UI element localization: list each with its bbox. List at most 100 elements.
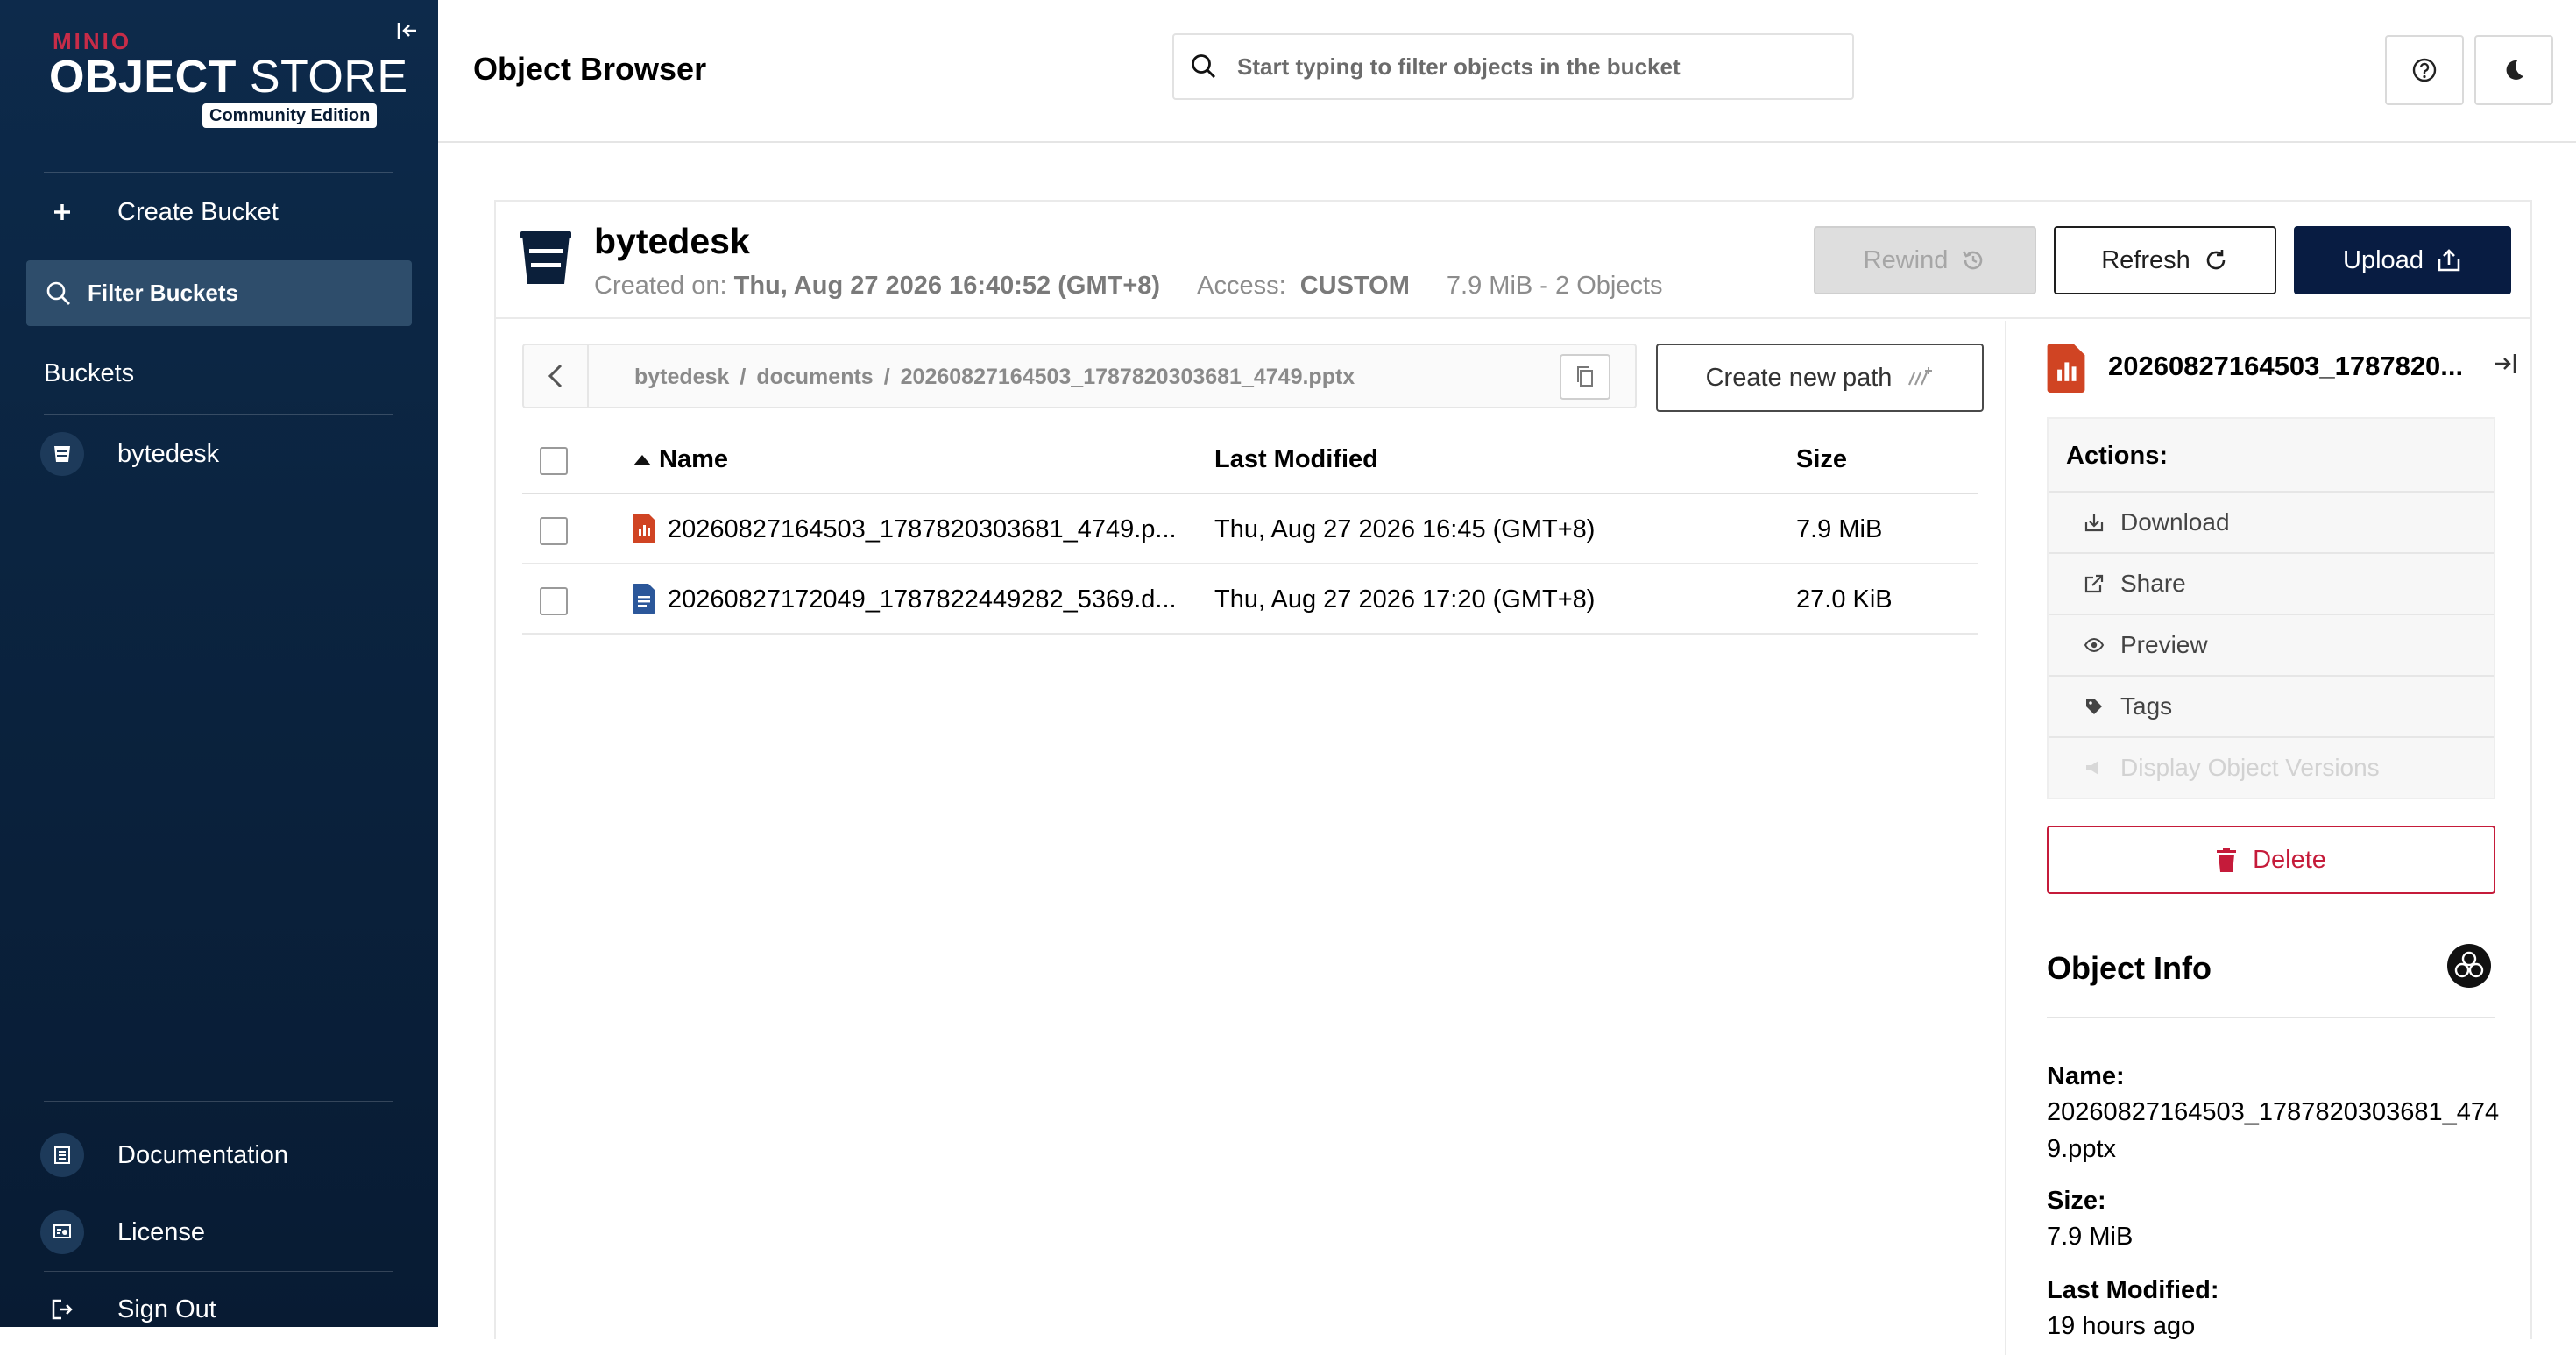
docx-file-icon (633, 584, 655, 614)
plus-icon (40, 190, 84, 234)
create-new-path-button[interactable]: Create new path (1656, 344, 1984, 412)
new-folder-icon (1906, 367, 1934, 388)
column-header-name[interactable]: Name (659, 445, 728, 474)
sign-out-icon (40, 1288, 84, 1331)
logo-product: OBJECT STORE (49, 52, 408, 103)
object-metadata-icon[interactable] (2446, 943, 2492, 993)
breadcrumb-path: bytedesk / documents/20260827164503_178782… (634, 365, 1355, 389)
object-search-input[interactable] (1235, 52, 1831, 82)
rewind-button[interactable]: Rewind (1814, 226, 2036, 294)
table-row[interactable]: 20260827172049_1787822449282_5369.d... T… (522, 564, 1978, 635)
access-value: CUSTOM (1299, 272, 1410, 300)
share-label: Share (2120, 570, 2186, 597)
file-name: 20260827172049_1787822449282_5369.d... (668, 585, 1177, 614)
file-last-modified: Thu, Aug 27 2026 16:45 (GMT+8) (1214, 515, 1596, 543)
copy-path-button[interactable] (1560, 354, 1610, 400)
search-icon (46, 280, 72, 307)
buckets-section-title: Buckets (44, 359, 135, 387)
breadcrumb-part[interactable]: bytedesk (634, 365, 729, 389)
display-object-versions-action[interactable]: Display Object Versions (2049, 736, 2494, 798)
create-bucket-label: Create Bucket (117, 197, 279, 226)
delete-button[interactable]: Delete (2047, 826, 2495, 894)
create-new-path-label: Create new path (1705, 363, 1893, 392)
upload-button[interactable]: Upload (2294, 226, 2511, 294)
sign-out-button[interactable]: Sign Out (26, 1281, 412, 1337)
breadcrumb-part: 20260827164503_1787820303681_4749.pptx (900, 365, 1355, 389)
upload-icon (2436, 247, 2462, 273)
bucket-usage: 7.9 MiB - 2 Objects (1446, 272, 1663, 300)
refresh-button[interactable]: Refresh (2054, 226, 2276, 294)
share-action[interactable]: Share (2049, 552, 2494, 614)
column-header-size[interactable]: Size (1796, 445, 1847, 474)
actions-panel: Actions: Download Share Preview Tags Dis… (2047, 417, 2495, 799)
moon-icon (2501, 57, 2527, 83)
actions-title: Actions: (2066, 442, 2168, 470)
sidebar-divider (44, 414, 393, 415)
bucket-name: bytedesk (594, 221, 750, 261)
rewind-label: Rewind (1863, 245, 1949, 274)
back-button[interactable] (524, 345, 589, 407)
versions-icon (2084, 757, 2105, 778)
access-label: Access: (1197, 272, 1286, 300)
sidebar: MINIO OBJECT STORE Community Edition Cre… (0, 0, 438, 1327)
share-icon (2084, 573, 2105, 594)
download-action[interactable]: Download (2049, 491, 2494, 552)
upload-label: Upload (2343, 245, 2424, 274)
trash-icon (2216, 848, 2237, 872)
page-title: Object Browser (473, 51, 707, 87)
filter-buckets-placeholder: Filter Buckets (88, 280, 238, 306)
breadcrumb-part[interactable]: documents (756, 365, 873, 389)
sidebar-item-bucket-bytedesk[interactable]: bytedesk (26, 426, 412, 482)
row-checkbox[interactable] (540, 517, 568, 545)
object-search-box[interactable] (1172, 33, 1854, 100)
info-last-modified-label: Last Modified: (2047, 1276, 2219, 1304)
preview-action[interactable]: Preview (2049, 614, 2494, 675)
detail-pane-divider (2005, 321, 2006, 1355)
object-info-title: Object Info (2047, 950, 2212, 986)
documentation-label: Documentation (117, 1140, 289, 1169)
info-name-value: 20260827164503_1787820303681_4749.pptx (2047, 1098, 2500, 1163)
license-label: License (117, 1217, 205, 1246)
info-size-value: 7.9 MiB (2047, 1223, 2134, 1251)
sign-out-label: Sign Out (117, 1295, 216, 1323)
file-name: 20260827164503_1787820303681_4749.p... (668, 515, 1177, 543)
refresh-icon (2203, 247, 2229, 273)
sidebar-divider (44, 1101, 393, 1102)
help-button[interactable] (2385, 35, 2464, 105)
bucket-name-label: bytedesk (117, 439, 220, 468)
sidebar-item-license[interactable]: License (26, 1204, 412, 1260)
tags-action[interactable]: Tags (2049, 675, 2494, 736)
preview-label: Preview (2120, 631, 2208, 658)
bucket-icon (520, 230, 571, 287)
created-label: Created on: (594, 272, 727, 300)
collapse-sidebar-icon[interactable] (393, 16, 422, 46)
sidebar-item-documentation[interactable]: Documentation (26, 1127, 412, 1183)
sort-ascending-icon[interactable] (633, 454, 652, 471)
tags-label: Tags (2120, 692, 2173, 720)
help-icon (2410, 56, 2438, 84)
license-icon (40, 1210, 84, 1254)
sidebar-divider (44, 1271, 393, 1272)
logo-edition-badge: Community Edition (202, 103, 378, 128)
pptx-file-icon (2047, 344, 2085, 397)
dark-mode-toggle[interactable] (2474, 35, 2553, 105)
bucket-icon (40, 432, 84, 476)
info-size-label: Size: (2047, 1187, 2106, 1215)
eye-icon (2084, 635, 2105, 656)
row-checkbox[interactable] (540, 587, 568, 615)
select-all-checkbox[interactable] (540, 447, 568, 475)
sidebar-divider (44, 172, 393, 173)
table-row[interactable]: 20260827164503_1787820303681_4749.p... T… (522, 494, 1978, 564)
file-last-modified: Thu, Aug 27 2026 17:20 (GMT+8) (1214, 585, 1596, 614)
breadcrumb: bytedesk / documents/20260827164503_178782… (522, 344, 1637, 408)
display-object-versions-label: Display Object Versions (2120, 754, 2380, 781)
copy-icon (1574, 365, 1596, 389)
history-icon (1960, 247, 1986, 273)
column-header-last-modified[interactable]: Last Modified (1214, 445, 1378, 474)
filter-buckets-input[interactable]: Filter Buckets (26, 260, 412, 326)
close-detail-icon[interactable] (2492, 351, 2518, 381)
create-bucket-button[interactable]: Create Bucket (26, 184, 412, 240)
chevron-left-icon (547, 362, 564, 390)
objects-table: Name Last Modified Size 20260827164503_1… (522, 424, 1978, 635)
file-size: 7.9 MiB (1796, 515, 1883, 543)
